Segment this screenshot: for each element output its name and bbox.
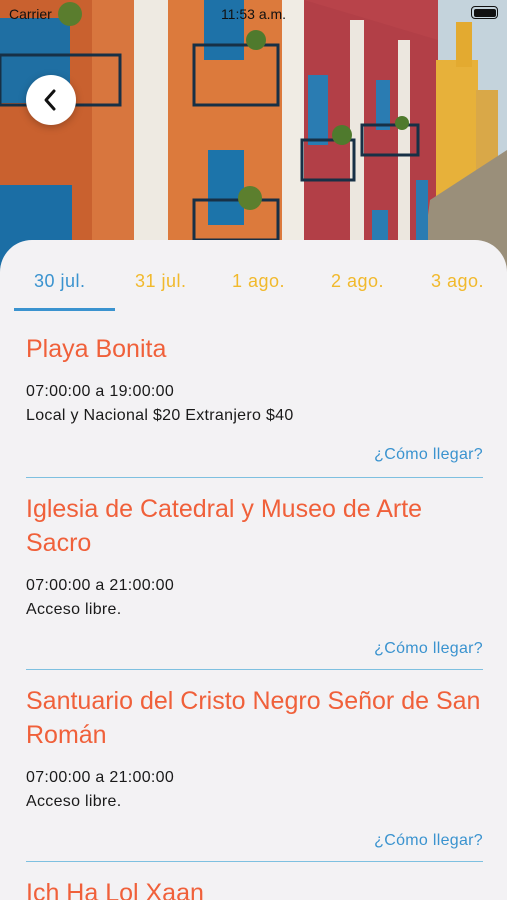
battery-icon — [471, 6, 498, 19]
list-item: Iglesia de Catedral y Museo de Arte Sacr… — [26, 478, 483, 670]
place-price: Acceso libre. — [26, 793, 122, 810]
place-title: Iglesia de Catedral y Museo de Arte Sacr… — [26, 495, 423, 557]
back-button[interactable] — [26, 75, 76, 125]
tab-1-ago[interactable]: 1 ago. — [232, 271, 285, 292]
chevron-left-icon — [44, 89, 56, 111]
place-hours: 07:00:00 a 21:00:00 — [26, 577, 175, 594]
directions-link[interactable]: ¿Cómo llegar? — [26, 637, 483, 661]
status-bar: Carrier 11:53 a.m. — [0, 0, 507, 26]
tab-indicator — [14, 308, 115, 311]
place-hours: 07:00:00 a 19:00:00 — [26, 383, 175, 400]
place-hours: 07:00:00 a 21:00:00 — [26, 769, 175, 786]
places-list: Playa Bonita 07:00:00 a 19:00:00 Local y… — [26, 328, 483, 900]
tab-31-jul[interactable]: 31 jul. — [135, 271, 187, 292]
schedule-sheet: 30 jul. 31 jul. 1 ago. 2 ago. 3 ago. Pla… — [0, 240, 507, 900]
tab-30-jul[interactable]: 30 jul. — [34, 271, 86, 292]
list-item: Santuario del Cristo Negro Señor de San … — [26, 670, 483, 862]
hero-image — [0, 0, 507, 275]
status-time: 11:53 a.m. — [220, 6, 287, 22]
directions-link[interactable]: ¿Cómo llegar? — [26, 829, 483, 853]
place-title: Playa Bonita — [26, 335, 167, 363]
place-price: Local y Nacional $20 Extranjero $40 — [26, 407, 294, 424]
date-tabs: 30 jul. 31 jul. 1 ago. 2 ago. 3 ago. — [0, 240, 507, 312]
list-item: Ich Ha Lol Xaan — [26, 862, 483, 900]
tab-2-ago[interactable]: 2 ago. — [331, 271, 384, 292]
place-price: Acceso libre. — [26, 601, 122, 618]
place-title: Santuario del Cristo Negro Señor de San … — [26, 687, 481, 749]
directions-link[interactable]: ¿Cómo llegar? — [26, 443, 483, 467]
place-title: Ich Ha Lol Xaan — [26, 879, 204, 900]
tab-3-ago[interactable]: 3 ago. — [431, 271, 484, 292]
list-item: Playa Bonita 07:00:00 a 19:00:00 Local y… — [26, 328, 483, 478]
